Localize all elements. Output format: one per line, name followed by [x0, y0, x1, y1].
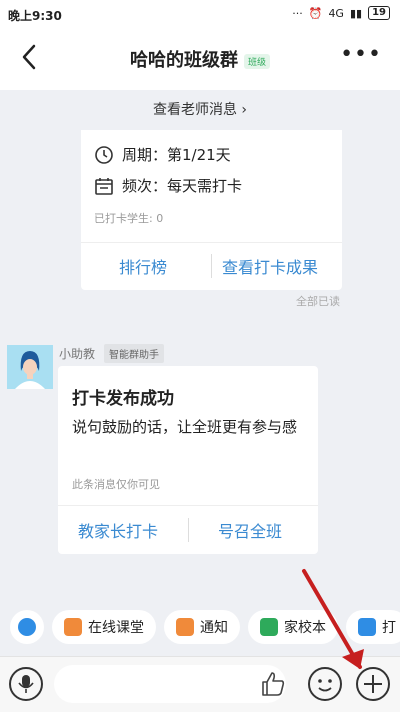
- button-divider: [211, 254, 212, 278]
- quick-action-online-class[interactable]: 在线课堂: [52, 610, 156, 644]
- checked-in-count: 已打卡学生: 0: [94, 212, 164, 225]
- battery-icon: 19: [368, 6, 390, 20]
- notebook-icon: [260, 618, 278, 636]
- class-tag: 班级: [243, 53, 270, 69]
- frequency-row: 频次：每天需打卡: [94, 175, 242, 196]
- quick-action-assistant[interactable]: [10, 610, 44, 644]
- alarm-icon: ⏰: [308, 6, 323, 20]
- assistant-avatar-icon: [7, 345, 53, 389]
- chat-header: 哈哈的班级群 班级 •••: [0, 28, 400, 91]
- period-row: 周期：第1/21天: [94, 144, 231, 165]
- quick-action-label: 打: [382, 620, 396, 636]
- quick-actions-bar: 在线课堂 通知 家校本 打: [0, 598, 400, 656]
- quick-action-label: 家校本: [284, 620, 326, 636]
- avatar[interactable]: [7, 345, 53, 389]
- view-results-button[interactable]: 查看打卡成果: [222, 254, 318, 278]
- message-input[interactable]: [54, 665, 286, 703]
- quick-action-checkin[interactable]: 打: [346, 610, 400, 644]
- signal-icon: ▮▮: [349, 6, 363, 20]
- checklist-icon: [358, 618, 376, 636]
- clock-icon: [95, 145, 113, 164]
- sender-badge: 智能群助手: [104, 344, 164, 363]
- voice-button[interactable]: [9, 667, 43, 701]
- button-divider: [188, 518, 189, 542]
- robot-icon: [18, 618, 36, 636]
- view-teacher-messages-link[interactable]: 查看老师消息 ›: [0, 90, 400, 130]
- like-button[interactable]: [258, 669, 288, 699]
- message-title: 打卡发布成功: [72, 389, 174, 409]
- card-divider: [58, 505, 318, 506]
- signal-label: 4G: [328, 6, 344, 20]
- frequency-label: 频次：每天需打卡: [122, 177, 243, 195]
- megaphone-icon: [176, 618, 194, 636]
- calendar-icon: [95, 177, 113, 195]
- emoji-icon: [318, 679, 332, 692]
- quick-action-homework[interactable]: 家校本: [248, 610, 338, 644]
- quick-action-label: 通知: [200, 620, 228, 636]
- status-icons: ··· ⏰ 4G ▮▮ 19: [292, 6, 390, 20]
- teach-parents-button[interactable]: 教家长打卡: [78, 518, 158, 542]
- period-label: 周期：第1/21天: [122, 146, 231, 164]
- status-bar: 晚上9:30 ··· ⏰ 4G ▮▮ 19: [0, 0, 400, 28]
- message-note: 此条消息仅你可见: [72, 478, 160, 491]
- page-title: 哈哈的班级群: [129, 50, 238, 71]
- message-card: 打卡发布成功 说句鼓励的话，让全班更有参与感 此条消息仅你可见 教家长打卡 号召…: [58, 366, 318, 554]
- summon-class-button[interactable]: 号召全班: [218, 518, 282, 542]
- ranking-button[interactable]: 排行榜: [119, 254, 167, 278]
- message-body: 说句鼓励的话，让全班更有参与感: [72, 418, 298, 436]
- quick-action-label: 在线课堂: [88, 620, 144, 636]
- checkin-card: 周期：第1/21天 频次：每天需打卡 已打卡学生: 0 排行榜 查看打卡成果: [81, 130, 342, 290]
- dots-icon: ···: [292, 6, 303, 20]
- teacher-link-label: 查看老师消息: [152, 102, 237, 118]
- read-status: 全部已读: [296, 295, 340, 308]
- sender-name: 小助教: [59, 347, 96, 361]
- more-button[interactable]: •••: [340, 44, 382, 66]
- emoji-button[interactable]: [308, 667, 342, 701]
- chevron-right-icon: ›: [241, 102, 248, 118]
- plus-icon: [364, 675, 382, 693]
- input-bar: [0, 656, 400, 712]
- add-more-button[interactable]: [356, 667, 390, 701]
- card-divider: [81, 242, 342, 243]
- thumbs-up-icon: [262, 672, 285, 696]
- microphone-icon: [18, 675, 34, 693]
- quick-action-notice[interactable]: 通知: [164, 610, 240, 644]
- status-time: 晚上9:30: [8, 9, 62, 23]
- classroom-icon: [64, 618, 82, 636]
